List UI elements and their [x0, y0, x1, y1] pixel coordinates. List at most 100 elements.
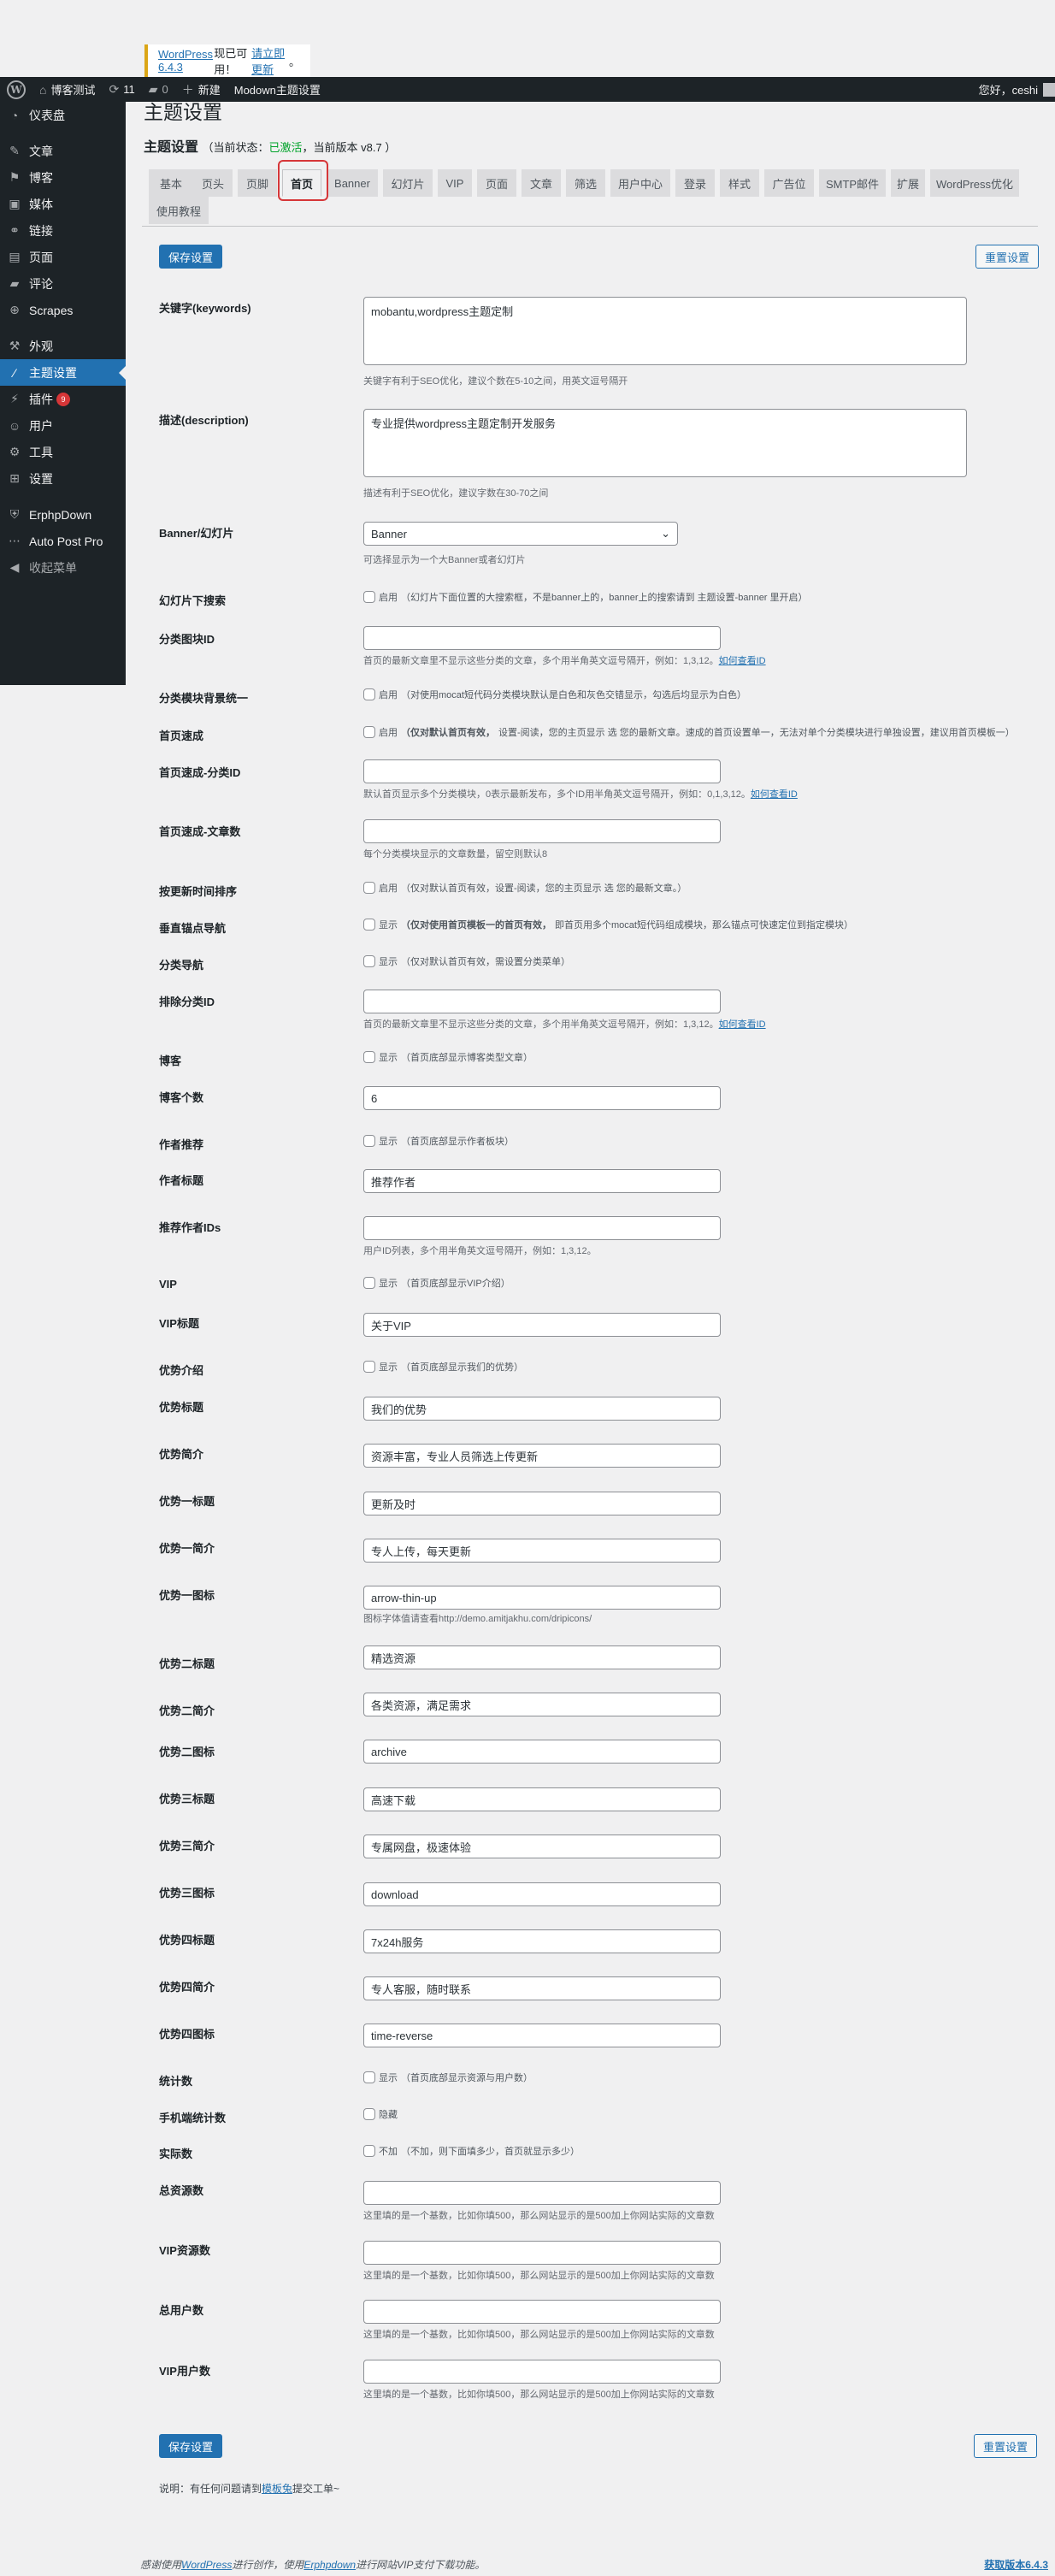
adv1-icon-input[interactable]: [363, 1586, 721, 1610]
sidebar-item-comments[interactable]: ▰ 评论: [0, 270, 126, 297]
author-rec-checkbox[interactable]: [363, 1135, 375, 1147]
how-to-view-id-link[interactable]: 如何查看ID: [719, 1019, 766, 1030]
adv4-icon-input[interactable]: [363, 2024, 721, 2047]
adv4-title-input[interactable]: [363, 1929, 721, 1953]
home-quick-num-input[interactable]: [363, 819, 721, 843]
mobile-stats-checkbox[interactable]: [363, 2108, 375, 2120]
exclude-cat-input[interactable]: [363, 990, 721, 1013]
author-ids-input[interactable]: [363, 1216, 721, 1240]
sidebar-item-appearance[interactable]: ⚒ 外观: [0, 333, 126, 359]
blog-checkbox[interactable]: [363, 1051, 375, 1063]
sidebar-item-settings[interactable]: ⊞ 设置: [0, 465, 126, 492]
tab-user-center[interactable]: 用户中心: [610, 169, 670, 197]
checkbox-label: 显示: [379, 2073, 398, 2083]
wordpress-version-link[interactable]: WordPress 6.4.3: [158, 48, 214, 74]
sidebar-item-plugins[interactable]: ⚡ 插件 9: [0, 386, 126, 412]
stats-checkbox[interactable]: [363, 2071, 375, 2083]
vip-title-input[interactable]: [363, 1313, 721, 1337]
tab-footer[interactable]: 页脚: [238, 169, 277, 197]
actual-checkbox[interactable]: [363, 2145, 375, 2157]
save-settings-button-top[interactable]: 保存设置: [159, 245, 223, 269]
get-version-link[interactable]: 获取版本6.4.3: [984, 2557, 1048, 2572]
tab-vip[interactable]: VIP: [438, 169, 472, 197]
site-name-menu[interactable]: ⌂ 博客测试: [32, 77, 102, 102]
sidebar-item-erphpdown[interactable]: ⛨ ErphpDown: [0, 501, 126, 528]
vip-users-input[interactable]: [363, 2360, 721, 2384]
tab-login[interactable]: 登录: [675, 169, 715, 197]
sidebar-item-tools[interactable]: ⚙ 工具: [0, 439, 126, 465]
sidebar-item-posts[interactable]: ✎ 文章: [0, 138, 126, 164]
tab-posts[interactable]: 文章: [522, 169, 561, 197]
total-res-input[interactable]: [363, 2181, 721, 2205]
vip-checkbox[interactable]: [363, 1277, 375, 1289]
blog-num-input[interactable]: [363, 1086, 721, 1110]
adv1-title-input[interactable]: [363, 1492, 721, 1515]
update-now-link[interactable]: 请立即更新: [251, 44, 289, 77]
save-settings-button-bottom[interactable]: 保存设置: [159, 2434, 223, 2458]
tab-slides[interactable]: 幻灯片: [383, 169, 433, 197]
adv-intro-checkbox[interactable]: [363, 1361, 375, 1373]
mobantu-link[interactable]: 模板兔: [262, 2483, 292, 2495]
adv3-icon-input[interactable]: [363, 1882, 721, 1906]
adv2-icon-input[interactable]: [363, 1740, 721, 1764]
new-content-menu[interactable]: ＋新建: [175, 77, 227, 102]
adv2-summary-input[interactable]: [363, 1693, 721, 1716]
note-prefix: 说明：有任何问题请到: [159, 2483, 262, 2495]
tab-banner[interactable]: Banner: [327, 169, 378, 197]
cat-bg-checkbox[interactable]: [363, 688, 375, 700]
keywords-textarea[interactable]: mobantu,wordpress主题定制: [363, 297, 967, 365]
tab-extend[interactable]: 扩展: [891, 169, 925, 197]
comments-menu[interactable]: ▰ 0: [142, 77, 175, 102]
how-to-view-id-link[interactable]: 如何查看ID: [751, 789, 798, 800]
sidebar-item-blog[interactable]: ⚑ 博客: [0, 164, 126, 191]
adv4-summary-input[interactable]: [363, 1976, 721, 2000]
wordpress-link[interactable]: WordPress: [181, 2559, 232, 2571]
order-update-checkbox[interactable]: [363, 882, 375, 894]
sidebar-item-scrapes[interactable]: ⊕ Scrapes: [0, 297, 126, 323]
tab-smtp[interactable]: SMTP邮件: [819, 169, 886, 197]
tab-style[interactable]: 样式: [720, 169, 759, 197]
slide-search-checkbox[interactable]: [363, 591, 375, 603]
cat-nav-checkbox[interactable]: [363, 955, 375, 967]
adv2-title-input[interactable]: [363, 1645, 721, 1669]
description-textarea[interactable]: 专业提供wordpress主题定制开发服务: [363, 409, 967, 477]
how-to-view-id-link[interactable]: 如何查看ID: [719, 656, 766, 666]
sidebar-item-media[interactable]: ▣ 媒体: [0, 191, 126, 217]
tab-filter[interactable]: 筛选: [566, 169, 605, 197]
tab-ads[interactable]: 广告位: [764, 169, 814, 197]
tab-basic[interactable]: 基本: [149, 169, 193, 197]
sidebar-item-auto-post-pro[interactable]: ⋯ Auto Post Pro: [0, 528, 126, 554]
author-title-input[interactable]: [363, 1169, 721, 1193]
tab-tutorial[interactable]: 使用教程: [149, 197, 209, 224]
wp-logo-menu[interactable]: W: [0, 77, 32, 102]
tab-wordpress-optimize[interactable]: WordPress优化: [930, 169, 1019, 197]
home-quick-cat-input[interactable]: [363, 759, 721, 783]
theme-settings-menu[interactable]: Modown主题设置: [227, 77, 327, 102]
tab-pages[interactable]: 页面: [477, 169, 516, 197]
erphpdown-link[interactable]: Erphpdown: [304, 2559, 356, 2571]
adv-title-input[interactable]: [363, 1397, 721, 1421]
adv3-summary-input[interactable]: [363, 1835, 721, 1858]
adv1-summary-input[interactable]: [363, 1539, 721, 1563]
tab-header[interactable]: 页头: [193, 169, 233, 197]
sidebar-item-users[interactable]: ☺ 用户: [0, 412, 126, 439]
total-users-input[interactable]: [363, 2300, 721, 2324]
reset-settings-button-top[interactable]: 重置设置: [975, 245, 1040, 269]
sidebar-item-theme-settings[interactable]: ⁄ 主题设置: [0, 359, 126, 386]
collapse-menu-button[interactable]: ◀ 收起菜单: [0, 554, 126, 581]
anchor-nav-checkbox[interactable]: [363, 919, 375, 931]
banner-select[interactable]: Banner ⌄: [363, 522, 678, 546]
cat-block-id-input[interactable]: [363, 626, 721, 650]
sidebar-item-links[interactable]: ⚭ 链接: [0, 217, 126, 244]
updates-menu[interactable]: ⟳ 11: [102, 77, 141, 102]
vip-users-label: VIP用户数: [159, 2365, 210, 2378]
home-quick-checkbox[interactable]: [363, 726, 375, 738]
account-menu[interactable]: 您好，ceshi: [972, 77, 1055, 102]
adv3-title-input[interactable]: [363, 1787, 721, 1811]
adv-summary-input[interactable]: [363, 1444, 721, 1468]
vip-res-input[interactable]: [363, 2241, 721, 2265]
reset-settings-button-bottom[interactable]: 重置设置: [974, 2434, 1038, 2458]
sidebar-item-dashboard[interactable]: ◔ 仪表盘: [0, 102, 126, 128]
sidebar-item-pages[interactable]: ▤ 页面: [0, 244, 126, 270]
tab-home[interactable]: 首页: [282, 169, 321, 197]
